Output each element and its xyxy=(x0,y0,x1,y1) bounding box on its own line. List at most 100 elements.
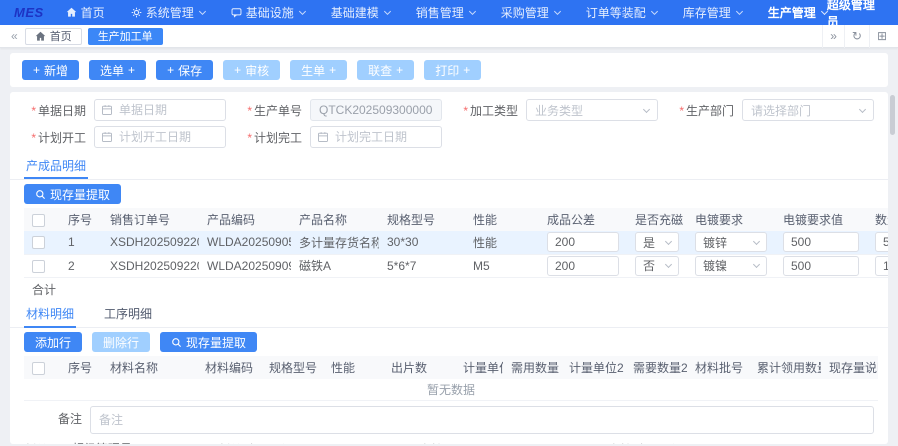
field-label: 制单时间 xyxy=(218,441,266,445)
cell-sales-order: XSDH2025092200286 xyxy=(102,254,199,277)
tabbar-actions: » ↻ ⊞ xyxy=(822,25,894,47)
audit-button[interactable]: +审核 xyxy=(223,60,280,80)
field-label: 制单人 xyxy=(24,441,60,445)
creator-field[interactable]: 超级管理员 xyxy=(70,439,190,444)
column-header: 性能 xyxy=(323,356,383,379)
material-table: 序号材料名称材料编码规格型号性能出片数计量单位需用数量计量单位2需要数量2材料批… xyxy=(24,356,878,379)
cell-select-plating[interactable]: 镀镍 xyxy=(695,256,767,276)
extract-stock-button-2[interactable]: 现存量提取 xyxy=(160,332,257,352)
nav-base-modeling[interactable]: 基础建模 xyxy=(331,4,390,21)
required-asterisk: * xyxy=(247,104,252,118)
action-toolbar: +新增选单++保存+审核生单+联查+打印+ xyxy=(10,53,888,87)
collapse-tabs-icon[interactable]: « xyxy=(4,29,25,43)
nav-order-assembly[interactable]: 订单等装配 xyxy=(586,4,657,21)
chat-icon xyxy=(231,7,242,18)
field-label: *生产单号 xyxy=(240,102,302,119)
cell-spec: 30*30 xyxy=(379,231,465,254)
select-order-button[interactable]: 选单+ xyxy=(89,60,146,80)
chevron-down-icon xyxy=(753,238,760,245)
create-time-field[interactable] xyxy=(276,439,391,444)
tab-product-detail[interactable]: 产成品明细 xyxy=(24,155,88,179)
layout-grid-icon[interactable]: ⊞ xyxy=(869,25,894,48)
delete-row-button[interactable]: 删除行 xyxy=(92,332,150,352)
tab-process-detail[interactable]: 工序明细 xyxy=(102,302,154,327)
planned-finish-field[interactable] xyxy=(310,126,442,148)
product-toolbar: 现存量提取 xyxy=(10,180,888,208)
nav-infrastructure[interactable]: 基础设施 xyxy=(231,4,305,21)
extract-stock-button[interactable]: 现存量提取 xyxy=(24,184,121,204)
cell-input-plating-value[interactable] xyxy=(783,232,859,252)
required-asterisk: * xyxy=(679,104,684,118)
tab-home[interactable]: 首页 xyxy=(25,28,82,45)
auditor-field[interactable] xyxy=(465,439,580,444)
cell-product-code: WLDA2025090900023 xyxy=(199,254,291,277)
cell-select-magnetize[interactable]: 否 xyxy=(635,256,679,276)
plus-icon: + xyxy=(234,63,241,77)
tab-current-page[interactable]: 生产加工单 xyxy=(88,28,163,45)
search-icon xyxy=(35,189,46,200)
cell-input-tolerance[interactable] xyxy=(547,256,619,276)
planned-start-field[interactable] xyxy=(94,126,226,148)
remark-input[interactable] xyxy=(90,406,874,434)
cell-input-plating-value[interactable] xyxy=(783,256,859,276)
save-button[interactable]: +保存 xyxy=(156,60,213,80)
select-all-checkbox[interactable] xyxy=(32,362,45,375)
nav-production-mgmt[interactable]: 生产管理 xyxy=(768,4,827,21)
doc-date-field[interactable] xyxy=(94,99,226,121)
nav-item-label: 基础建模 xyxy=(331,4,379,21)
app-logo: MES xyxy=(14,5,44,20)
nav-sales-mgmt[interactable]: 销售管理 xyxy=(416,4,475,21)
nav-item-label: 系统管理 xyxy=(146,4,194,21)
row-checkbox[interactable] xyxy=(32,236,45,249)
button-label: 保存 xyxy=(178,62,202,79)
open-tabs: 首页生产加工单 xyxy=(25,28,163,45)
cell-input-tolerance[interactable] xyxy=(547,232,619,252)
button-label: 选单 xyxy=(100,62,124,79)
chevron-down-icon xyxy=(554,7,561,14)
tab-material-detail[interactable]: 材料明细 xyxy=(24,302,76,328)
total-label: 合计 xyxy=(24,277,102,300)
nav-purchase-mgmt[interactable]: 采购管理 xyxy=(501,4,560,21)
column-header: 序号 xyxy=(60,356,102,379)
chevron-down-icon xyxy=(469,7,476,14)
product-table-header: 序号销售订单号产品编码产品名称规格型号性能成品公差是否充磁电镀要求电镀要求值数量 xyxy=(24,208,888,231)
nav-home[interactable]: 首页 xyxy=(66,4,105,21)
process-type-select[interactable]: 业务类型 xyxy=(526,99,658,121)
create-time-field-group: 制单时间 xyxy=(218,439,391,444)
nav-system-mgmt[interactable]: 系统管理 xyxy=(131,4,205,21)
expand-tabs-icon[interactable]: » xyxy=(822,25,844,48)
chevron-down-icon xyxy=(736,7,743,14)
cell-select-plating[interactable]: 镀锌 xyxy=(695,232,767,252)
generate-order-button[interactable]: 生单+ xyxy=(290,60,347,80)
cell-input-qty[interactable] xyxy=(875,232,888,252)
button-label: 现存量提取 xyxy=(186,334,246,351)
production-order-no-field[interactable] xyxy=(310,99,442,121)
nav-item-label: 采购管理 xyxy=(501,4,549,21)
linked-query-button[interactable]: 联查+ xyxy=(357,60,414,80)
top-navbar: MES 首页系统管理基础设施基础建模销售管理采购管理订单等装配库存管理生产管理 … xyxy=(0,0,898,25)
audit-time-field[interactable] xyxy=(666,439,776,444)
column-header: 规格型号 xyxy=(261,356,323,379)
vertical-scrollbar[interactable] xyxy=(890,95,895,135)
add-row-button[interactable]: 添加行 xyxy=(24,332,82,352)
column-header: 出片数 xyxy=(383,356,455,379)
print-button[interactable]: 打印+ xyxy=(424,60,481,80)
column-header: 现存量说明 xyxy=(821,356,878,379)
cell-select-magnetize[interactable]: 是 xyxy=(635,232,679,252)
plus-icon: + xyxy=(33,63,40,77)
select-all-checkbox[interactable] xyxy=(32,214,45,227)
field-label: 审核时间 xyxy=(608,441,656,445)
field-label: *单据日期 xyxy=(24,102,86,119)
add-button[interactable]: +新增 xyxy=(22,60,79,80)
row-checkbox[interactable] xyxy=(32,260,45,273)
column-header: 累计领用数量 xyxy=(749,356,821,379)
clock-icon xyxy=(278,443,289,444)
nav-inventory-mgmt[interactable]: 库存管理 xyxy=(683,4,742,21)
select-value: 镀锌 xyxy=(703,234,727,251)
detail-tabs: 材料明细 工序明细 xyxy=(10,302,888,328)
production-dept-select[interactable]: 请选择部门 xyxy=(742,99,874,121)
cell-input-qty[interactable] xyxy=(875,256,888,276)
refresh-icon[interactable]: ↻ xyxy=(844,25,869,48)
column-header: 性能 xyxy=(465,208,539,231)
select-placeholder: 请选择部门 xyxy=(751,102,811,119)
